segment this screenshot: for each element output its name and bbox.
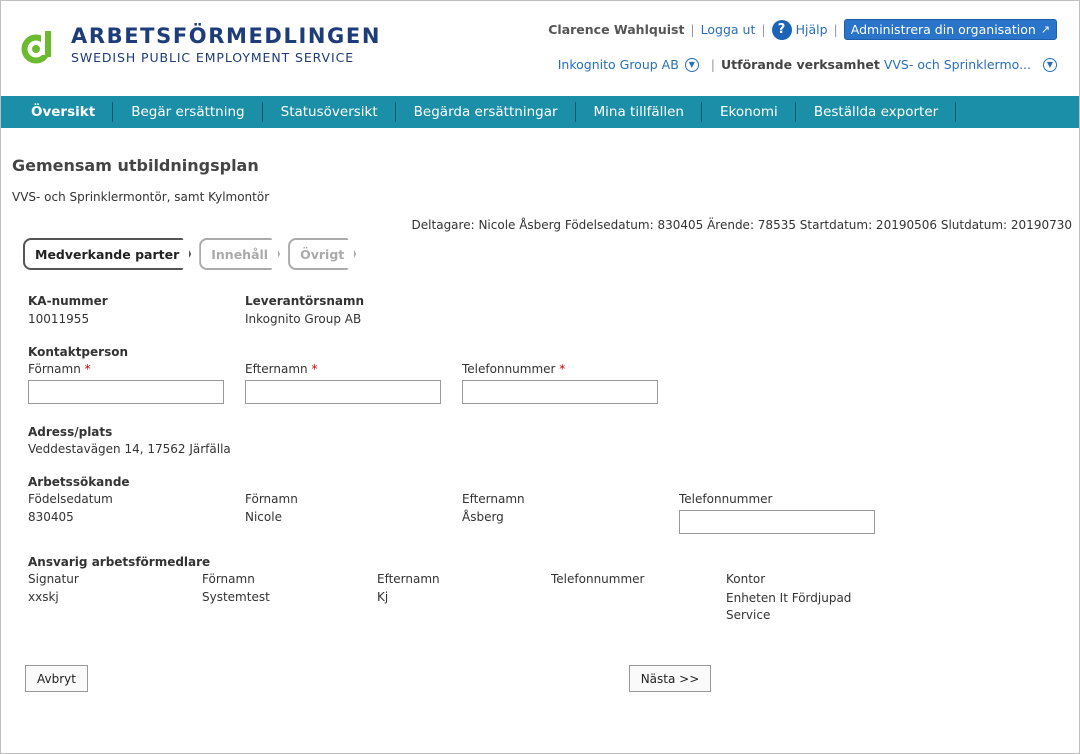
brand-logo[interactable]: ARBETSFÖRMEDLINGEN SWEDISH PUBLIC EMPLOY…: [21, 23, 381, 67]
jobseeker-dob-value: 830405: [28, 510, 74, 524]
contact-lastname-label-text: Efternamn: [245, 362, 308, 376]
separator: |: [833, 22, 838, 37]
contact-lastname-label: Efternamn *: [245, 362, 318, 376]
admin-organisation-button[interactable]: Administrera din organisation ↗: [843, 19, 1057, 40]
chevron-down-icon[interactable]: ▼: [1043, 57, 1057, 72]
contact-lastname-input[interactable]: [245, 380, 441, 404]
jobseeker-lastname-label: Efternamn: [462, 492, 525, 506]
help-icon[interactable]: ?: [771, 19, 792, 40]
contact-phone-label-text: Telefonnummer: [462, 362, 556, 376]
company-selector[interactable]: Inkognito Group AB: [558, 57, 679, 72]
tab-innehall[interactable]: Innehåll: [199, 238, 280, 270]
brand-name: ARBETSFÖRMEDLINGEN: [71, 24, 381, 48]
verksamhet-selector[interactable]: VVS- och Sprinklermo...: [884, 57, 1031, 72]
company-name: Inkognito Group AB: [557, 57, 679, 72]
address-value: Veddestavägen 14, 17562 Järfälla: [28, 442, 231, 456]
officer-office-label: Kontor: [726, 572, 766, 586]
supplier-name-value: Inkognito Group AB: [245, 312, 362, 326]
contact-firstname-label: Förnamn *: [28, 362, 91, 376]
verksamhet-label: Utförande verksamhet: [721, 57, 880, 72]
required-mark: *: [311, 362, 318, 376]
contact-firstname-label-text: Förnamn: [28, 362, 81, 376]
jobseeker-dob-label: Födelsedatum: [28, 492, 113, 506]
officer-office-value: Enheten It Fördjupad Service: [726, 591, 852, 622]
separator: |: [761, 22, 766, 37]
admin-button-label: Administrera din organisation: [850, 22, 1036, 37]
officer-phone-label: Telefonnummer: [551, 572, 645, 586]
page-subtitle: VVS- och Sprinklermontör, samt Kylmontör: [12, 190, 270, 204]
ka-number-label: KA-nummer: [28, 294, 108, 308]
jobseeker-firstname-value: Nicole: [245, 510, 282, 524]
officer-lastname-label: Efternamn: [377, 572, 440, 586]
contact-phone-input[interactable]: [462, 380, 658, 404]
cancel-button[interactable]: Avbryt: [25, 665, 88, 692]
user-name: Clarence Wahlquist: [548, 22, 685, 37]
help-link[interactable]: Hjälp: [796, 22, 828, 37]
officer-signature-value: xxskj: [28, 590, 59, 604]
officer-lastname-value: Kj: [377, 590, 389, 604]
ka-number-value: 10011955: [28, 312, 90, 326]
logo-icon: [21, 23, 51, 67]
separator: |: [690, 22, 695, 37]
officer-signature-label: Signatur: [28, 572, 79, 586]
page-title: Gemensam utbildningsplan: [12, 156, 259, 175]
jobseeker-phone-label: Telefonnummer: [679, 492, 773, 506]
jobseeker-heading: Arbetssökande: [28, 475, 130, 489]
tab-ovrigt[interactable]: Övrigt: [288, 238, 356, 270]
contact-firstname-input[interactable]: [28, 380, 224, 404]
nav-item-statusoversikt[interactable]: Statusöversikt: [263, 96, 396, 128]
participant-info: Deltagare: Nicole Åsberg Födelsedatum: 8…: [411, 218, 1072, 232]
contact-phone-label: Telefonnummer *: [462, 362, 565, 376]
step-tabs: Medverkande parter Innehåll Övrigt: [23, 238, 364, 270]
jobseeker-phone-input[interactable]: [679, 510, 875, 534]
separator: |: [710, 57, 716, 72]
user-bar: Clarence Wahlquist | Logga ut | ? Hjälp …: [548, 19, 1057, 40]
verksamhet-value: VVS- och Sprinklermo...: [883, 57, 1031, 72]
org-bar: Inkognito Group AB ▼ | Utförande verksam…: [558, 57, 1057, 72]
nav-item-bestallda-exporter[interactable]: Beställda exporter: [796, 96, 957, 128]
supplier-name-label: Leverantörsnamn: [245, 294, 365, 308]
nav-item-begar-ersattning[interactable]: Begär ersättning: [113, 96, 264, 128]
logout-link[interactable]: Logga ut: [701, 22, 756, 37]
contact-heading: Kontaktperson: [28, 345, 129, 359]
officer-heading: Ansvarig arbetsförmedlare: [28, 555, 211, 569]
address-heading: Adress/plats: [28, 425, 113, 439]
officer-firstname-label: Förnamn: [202, 572, 255, 586]
chevron-down-icon[interactable]: ▼: [684, 57, 699, 72]
required-mark: *: [559, 362, 566, 376]
jobseeker-firstname-label: Förnamn: [245, 492, 298, 506]
required-mark: *: [84, 362, 91, 376]
nav-item-begarda-ersattningar[interactable]: Begärda ersättningar: [396, 96, 576, 128]
nav-item-ekonomi[interactable]: Ekonomi: [702, 96, 796, 128]
officer-firstname-value: Systemtest: [202, 590, 270, 604]
nav-item-mina-tillfallen[interactable]: Mina tillfällen: [576, 96, 703, 128]
tab-medverkande-parter[interactable]: Medverkande parter: [23, 238, 191, 270]
site-header: ARBETSFÖRMEDLINGEN SWEDISH PUBLIC EMPLOY…: [1, 1, 1079, 96]
brand-tagline: SWEDISH PUBLIC EMPLOYMENT SERVICE: [71, 50, 354, 65]
jobseeker-lastname-value: Åsberg: [462, 510, 504, 524]
main-nav: Översikt Begär ersättning Statusöversikt…: [1, 96, 1079, 128]
nav-item-oversikt[interactable]: Översikt: [13, 96, 114, 128]
external-link-icon: ↗: [1040, 23, 1050, 36]
next-button[interactable]: Nästa >>: [629, 665, 711, 692]
